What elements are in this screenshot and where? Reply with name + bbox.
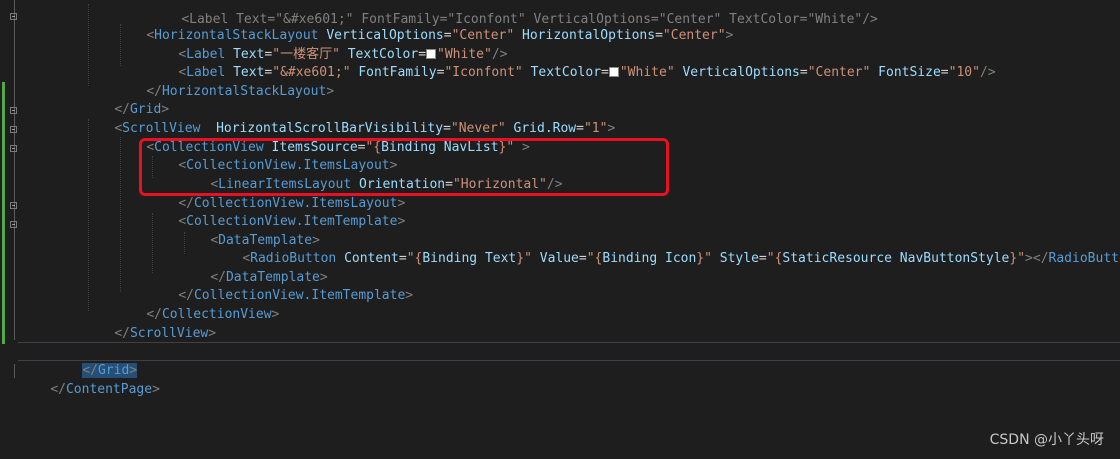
code-line[interactable]: <RadioButton Content="{Binding Text}" Va… (211, 230, 1120, 266)
tag-bracket: > (397, 214, 406, 229)
code-line[interactable]: </DataTemplate> (179, 249, 327, 285)
attribute-value: "{ (406, 251, 423, 266)
code-line[interactable]: </CollectionView> (115, 286, 279, 322)
element-name: HorizontalStackLayout (161, 84, 327, 99)
change-indicator-bar (2, 82, 5, 344)
attribute-name: VerticalOptions (682, 65, 800, 80)
attribute-value: "White" (619, 65, 675, 80)
attribute-name: Style (719, 251, 759, 266)
attribute-value: "10" (948, 65, 980, 80)
code-line[interactable]: <Label Text="一楼客厅" TextColor= "White"/> (147, 26, 507, 62)
attribute-name: Value (539, 251, 579, 266)
binding-expression: StaticResource NavButtonStyle (782, 251, 1010, 266)
code-line[interactable]: </ScrollView> (83, 305, 216, 341)
attribute-value: "Iconfont" (444, 65, 523, 80)
attribute-value: "{ (586, 251, 603, 266)
code-line[interactable]: <CollectionView ItemsSource="{Binding Na… (115, 119, 530, 155)
outline-guide (14, 364, 15, 378)
element-name: ContentPage (65, 382, 153, 397)
watermark: CSDN @小丫头呀 (989, 432, 1104, 448)
binding-expression: Binding Icon (602, 251, 697, 266)
tag-bracket: > (152, 382, 160, 397)
collapse-icon[interactable] (10, 126, 17, 133)
tag-bracket: ></ (1025, 251, 1049, 266)
element-name: RadioButto (1048, 251, 1120, 266)
code-line[interactable]: </Grid> (83, 81, 169, 117)
attribute-name: HorizontalOptions (522, 28, 656, 43)
collapse-icon[interactable] (10, 221, 17, 228)
tag-bracket: /> (979, 65, 996, 80)
collapse-icon[interactable] (10, 145, 17, 152)
indent-guide (88, 4, 89, 86)
attribute-value: "Center" (662, 28, 726, 43)
tag-bracket: > (271, 307, 280, 322)
attribute-name: Content (344, 251, 399, 266)
attribute-value: }" (696, 251, 712, 266)
collapse-icon[interactable] (10, 107, 17, 114)
tag-bracket: > (208, 326, 217, 341)
code-line-current[interactable]: </Grid> (51, 342, 138, 378)
code-line[interactable]: </ContentPage> (19, 361, 160, 397)
code-line[interactable]: </HorizontalStackLayout> (115, 63, 334, 99)
element-name: ScrollView (129, 326, 209, 341)
attribute-value: "{ (766, 251, 783, 266)
attribute-value: }" (1009, 251, 1026, 266)
tag-bracket: </ (114, 326, 130, 341)
tag-bracket: > (607, 121, 616, 136)
outline-guide (14, 0, 15, 340)
red-highlight-annotation (139, 138, 669, 196)
attribute-value: "Center" (807, 65, 871, 80)
attribute-name: TextColor (530, 65, 602, 80)
tag-bracket: </ (50, 382, 66, 397)
code-editor[interactable]: <Label Text="&#xe601;" FontFamily="Iconf… (0, 0, 1120, 459)
tag-bracket: > (405, 288, 414, 303)
code-line[interactable]: <ScrollView HorizontalScrollBarVisibilit… (83, 100, 615, 136)
binding-expression: Binding Text (422, 251, 517, 266)
code-line[interactable]: <DataTemplate> (179, 212, 320, 248)
attribute-name: FontSize (878, 65, 941, 80)
attribute-name: FontFamily (358, 65, 437, 80)
current-line-highlight (18, 342, 1120, 361)
collapse-icon[interactable] (10, 13, 17, 20)
tag-bracket: > (326, 84, 335, 99)
tag-bracket: > (725, 28, 734, 43)
code-line[interactable]: </CollectionView.ItemTemplate> (147, 267, 413, 303)
code-line[interactable]: <Label Text="&#xe601;" FontFamily="Iconf… (147, 44, 995, 80)
attribute-value: }" (516, 251, 532, 266)
white-color-swatch-icon (608, 67, 619, 77)
attribute-value: "1" (583, 121, 608, 136)
collapse-icon[interactable] (10, 202, 17, 209)
code-line[interactable]: <HorizontalStackLayout VerticalOptions="… (115, 7, 733, 43)
